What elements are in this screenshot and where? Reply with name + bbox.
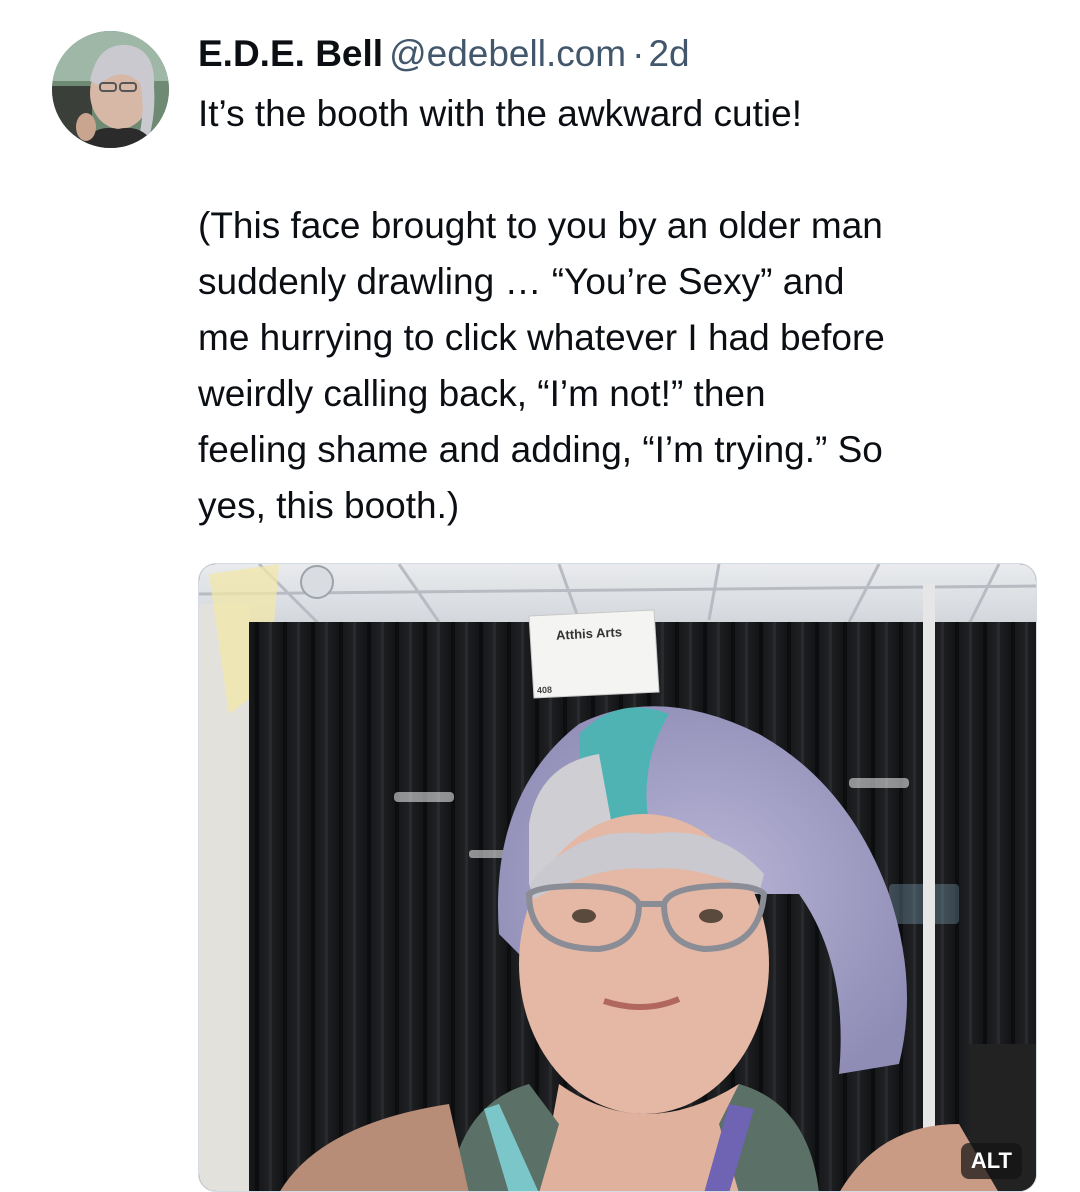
post-card[interactable]: E.D.E. Bell @edebell.com · 2d It’s the boot…	[0, 0, 1080, 1192]
post-text: It’s the booth with the awkward cutie! (…	[198, 86, 1048, 534]
booth-photo	[199, 564, 1036, 1191]
post-text-line: weirdly calling back, “I’m not!” then	[198, 373, 766, 414]
post-text-line: me hurrying to click whatever I had befo…	[198, 317, 885, 358]
alt-text-badge[interactable]: ALT	[960, 1143, 1022, 1179]
paragraph-spacer	[198, 142, 1048, 198]
post-image[interactable]: Atthis Arts 408 ALT	[198, 563, 1037, 1192]
author-handle[interactable]: @edebell.com	[389, 33, 626, 74]
author-name[interactable]: E.D.E. Bell	[198, 33, 383, 74]
post-content: E.D.E. Bell @edebell.com · 2d It’s the boot…	[198, 28, 1048, 534]
header-separator: ·	[632, 33, 645, 74]
author-avatar[interactable]	[52, 31, 169, 148]
post-text-line: It’s the booth with the awkward cutie!	[198, 93, 802, 134]
post-timestamp[interactable]: 2d	[648, 33, 689, 74]
post-text-line: yes, this booth.)	[198, 485, 460, 526]
booth-sign-number: 408	[536, 684, 553, 696]
post-header: E.D.E. Bell @edebell.com · 2d	[198, 28, 1048, 80]
post-text-line: (This face brought to you by an older ma…	[198, 205, 883, 246]
post-text-line: feeling shame and adding, “I’m trying.” …	[198, 429, 883, 470]
avatar-image	[52, 31, 169, 148]
post-text-line: suddenly drawling … “You’re Sexy” and	[198, 261, 845, 302]
